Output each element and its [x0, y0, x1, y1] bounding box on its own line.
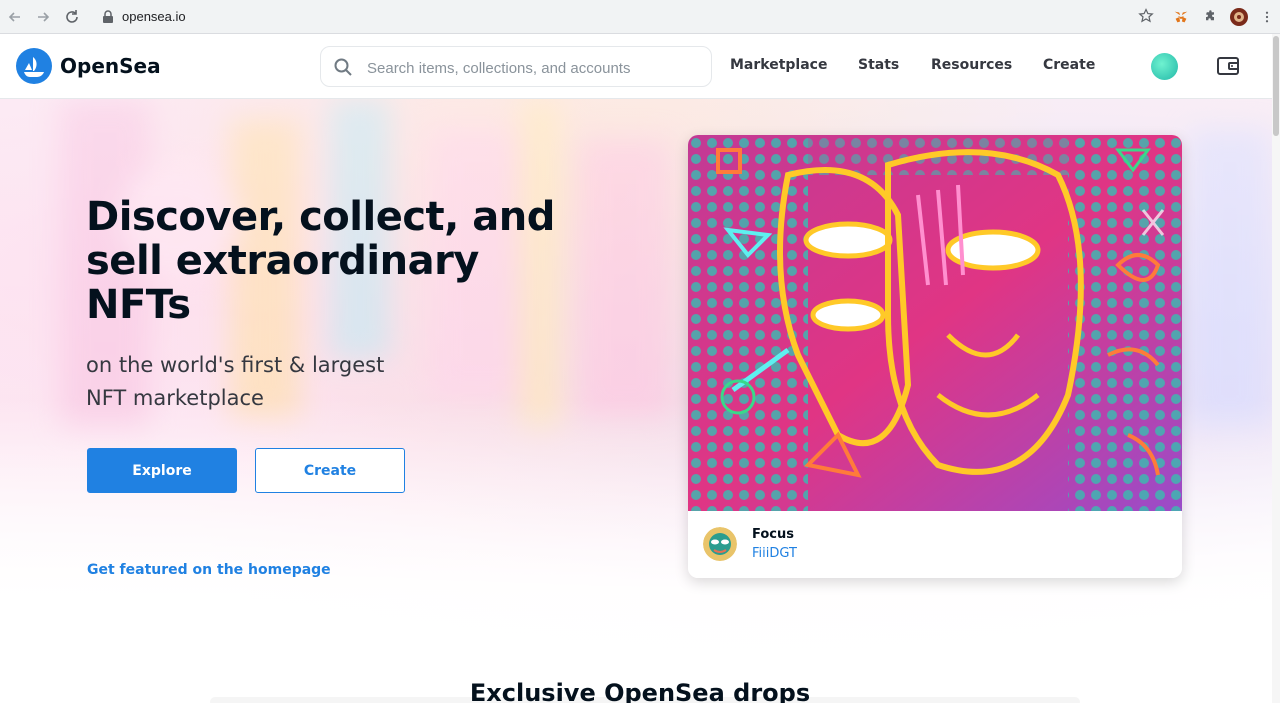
- brand-name[interactable]: OpenSea: [60, 54, 161, 78]
- nft-title[interactable]: Focus: [752, 527, 794, 542]
- drops-section-title: Exclusive OpenSea drops: [469, 679, 811, 703]
- hero-subtitle: on the world's first & largest NFT marke…: [86, 353, 385, 410]
- nav-create[interactable]: Create: [1043, 57, 1095, 73]
- forward-arrow-icon[interactable]: [33, 7, 53, 27]
- hero-headline: Discover, collect, and sell extraordinar…: [86, 194, 555, 328]
- reload-icon[interactable]: [62, 7, 82, 27]
- profile-icon[interactable]: [1229, 7, 1249, 27]
- creator-avatar[interactable]: [703, 527, 737, 561]
- star-icon[interactable]: [1138, 8, 1154, 24]
- lock-icon: [103, 10, 113, 23]
- get-featured-link[interactable]: Get featured on the homepage: [87, 562, 331, 578]
- search-bar[interactable]: [320, 46, 712, 87]
- metamask-fox-icon[interactable]: [1171, 7, 1191, 27]
- nav-stats[interactable]: Stats: [858, 57, 899, 73]
- opensea-logo-icon[interactable]: [16, 48, 52, 84]
- back-arrow-icon[interactable]: [5, 7, 25, 27]
- hero-section: Discover, collect, and sell extraordinar…: [0, 99, 1280, 703]
- url-text: opensea.io: [122, 9, 186, 24]
- nft-artwork[interactable]: [688, 135, 1182, 511]
- account-avatar[interactable]: [1151, 53, 1178, 80]
- browser-toolbar: opensea.io: [0, 0, 1280, 34]
- nav-marketplace[interactable]: Marketplace: [730, 57, 827, 73]
- search-icon: [334, 58, 352, 76]
- wallet-icon[interactable]: [1216, 54, 1240, 78]
- nft-card-info: Focus FiiiDGT: [688, 511, 1182, 578]
- site-header: OpenSea Marketplace Stats Resources Crea…: [0, 34, 1280, 99]
- address-bar[interactable]: opensea.io: [92, 4, 1164, 30]
- more-vert-icon[interactable]: [1257, 7, 1277, 27]
- scrollbar-thumb[interactable]: [1273, 36, 1279, 136]
- search-input[interactable]: [367, 57, 697, 79]
- explore-button[interactable]: Explore: [87, 448, 237, 493]
- nft-creator-link[interactable]: FiiiDGT: [752, 546, 797, 561]
- page-scrollbar[interactable]: [1272, 34, 1280, 703]
- create-button[interactable]: Create: [255, 448, 405, 493]
- featured-nft-card[interactable]: Focus FiiiDGT: [688, 135, 1182, 578]
- nav-resources[interactable]: Resources: [931, 57, 1012, 73]
- puzzle-extensions-icon[interactable]: [1200, 7, 1220, 27]
